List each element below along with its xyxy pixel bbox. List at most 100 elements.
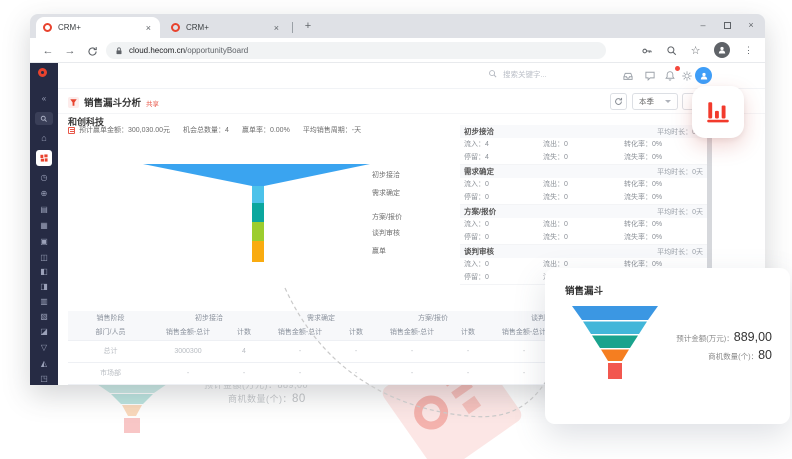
page-toolbar: 销售漏斗分析 共享 本季 (58, 89, 765, 114)
stage-avg: 平均时长：0天 (657, 167, 703, 177)
funnel-stage-5-shape[interactable] (252, 241, 264, 262)
browser-tab-inactive[interactable]: CRM+ × (164, 17, 288, 38)
funnel-stage-4-shape[interactable] (252, 222, 264, 241)
bookmark-star-icon[interactable]: ☆ (687, 42, 704, 59)
sidebar-icon[interactable]: ▦ (30, 218, 58, 232)
stage-name: 需求确定 (464, 166, 494, 177)
minimize-button[interactable]: – (691, 14, 715, 36)
inbox-icon[interactable] (620, 68, 636, 84)
sidebar-icon[interactable]: ◫ (30, 250, 58, 264)
stage-block-2: 需求确定平均时长：0天 流入：0流出：0转化率：0% 停留：0流失：0流失率：0… (460, 165, 707, 205)
card-title: 销售漏斗 (565, 283, 603, 297)
funnel-label-2: 需求确定 (372, 188, 424, 198)
forward-button[interactable]: → (62, 43, 78, 59)
app-logo-icon (38, 68, 47, 77)
url-path: /opportunityBoard (185, 46, 248, 55)
sidebar-icon[interactable]: ▽ (30, 340, 58, 354)
amount-link[interactable]: 3000300 (153, 340, 223, 362)
stage-name: 方案/报价 (464, 206, 496, 217)
period-value: 本季 (639, 96, 654, 107)
sidebar-icon[interactable]: ◪ (30, 324, 58, 338)
sidebar-active-item-icon[interactable] (36, 150, 52, 166)
page-scrollbar[interactable] (707, 120, 712, 292)
sidebar-search-icon[interactable] (35, 112, 53, 125)
page-title: 销售漏斗分析 (84, 95, 141, 109)
ghost-metric-count: 商机数量(个)：80 (228, 392, 306, 405)
search-icon (488, 69, 498, 79)
card-funnel-graphic (570, 306, 680, 396)
row-label: 总计 (68, 340, 153, 362)
stage-name: 谈判审核 (464, 246, 494, 257)
sidebar-icon[interactable]: ▥ (30, 294, 58, 308)
sidebar-icon[interactable]: ⊕ (30, 186, 58, 200)
bar-chart-icon (704, 98, 732, 126)
chat-icon[interactable] (642, 68, 658, 84)
settings-gear-icon[interactable] (679, 68, 695, 84)
stat-avg-cycle: 平均销售周期：-天 (303, 125, 361, 135)
browser-menu-icon[interactable]: ⋮ (740, 42, 757, 59)
funnel-stage-3-shape[interactable] (252, 203, 264, 222)
hecom-favicon-icon (43, 23, 52, 32)
maximize-button[interactable] (715, 14, 739, 36)
stage-col-header: 销售阶段 (68, 311, 153, 325)
reload-button[interactable] (84, 43, 100, 59)
stat-win-rate: 赢单率：0.00% (242, 125, 290, 135)
page-tag: 共享 (146, 98, 159, 108)
key-icon[interactable] (638, 42, 655, 59)
refresh-button[interactable] (610, 93, 627, 110)
department-link[interactable]: 市场部 (68, 362, 153, 384)
back-button[interactable]: ← (40, 43, 56, 59)
tab-close-icon[interactable]: × (272, 23, 281, 33)
stamp-ring (407, 389, 454, 436)
global-search[interactable] (488, 69, 598, 79)
ghost-funnel-graphic (92, 382, 174, 434)
report-shortcut-card[interactable] (692, 86, 744, 138)
zoom-icon[interactable] (663, 42, 680, 59)
count-link[interactable]: 4 (223, 340, 265, 362)
funnel-label-4: 谈判审核 (372, 228, 424, 238)
summary-list-icon (68, 127, 75, 134)
sidebar-icon[interactable]: ▧ (30, 309, 58, 323)
browser-tab-strip: CRM+ × CRM+ × + – × (30, 14, 765, 38)
tab-title: CRM+ (186, 23, 272, 32)
stage-stats-panel: 初步接洽平均时长：0天 流入：4流出：0转化率：0% 停留：4流失：0流失率：0… (460, 125, 707, 285)
page-title-group: 销售漏斗分析 共享 (68, 95, 159, 109)
sidebar-icon[interactable]: ◭ (30, 356, 58, 370)
lock-icon (114, 46, 124, 56)
card-metric-amount: 预计金额(万元)：889,00 (676, 328, 772, 346)
browser-profile-avatar[interactable] (714, 42, 730, 58)
sidebar-collapse-icon[interactable]: « (30, 91, 58, 105)
sidebar-icon[interactable]: ◷ (30, 170, 58, 184)
period-select[interactable]: 本季 (632, 93, 678, 110)
funnel-stage-1-shape[interactable] (143, 164, 370, 186)
tab-close-icon[interactable]: × (144, 23, 153, 33)
funnel-stage-2-shape[interactable] (252, 186, 264, 203)
stage-avg: 平均时长：0天 (657, 207, 703, 217)
new-tab-button[interactable]: + (299, 17, 317, 35)
address-bar: ← → cloud.hecom.cn/opportunityBoard ☆ (30, 38, 765, 63)
browser-tab-active[interactable]: CRM+ × (36, 17, 160, 38)
sidebar-icon[interactable]: ◧ (30, 264, 58, 278)
window-controls: – × (691, 14, 763, 36)
sidebar-home-icon[interactable]: ⌂ (30, 131, 58, 145)
stage-block-1: 初步接洽平均时长：0天 流入：4流出：0转化率：0% 停留：4流失：0流失率：0… (460, 125, 707, 165)
user-avatar[interactable] (695, 67, 712, 84)
card-metric-count: 商机数量(个)：80 (708, 346, 772, 364)
url-domain: cloud.hecom.cn (129, 46, 185, 55)
stage-name: 初步接洽 (464, 126, 494, 137)
sidebar-icon[interactable]: ▣ (30, 234, 58, 248)
sidebar-icon[interactable]: ◳ (30, 371, 58, 385)
stage-avg: 平均时长：0天 (657, 247, 703, 257)
tab-separator (292, 22, 293, 33)
sidebar-icon[interactable]: ▤ (30, 202, 58, 216)
close-window-button[interactable]: × (739, 14, 763, 36)
sidebar-icon[interactable]: ◨ (30, 279, 58, 293)
notification-bell-icon[interactable] (662, 68, 678, 84)
screenshot-canvas: 预计金额(万元)：889,00 商机数量(个)：80 CRM+ × CRM+ × (0, 0, 792, 459)
sales-funnel-popup-card: 销售漏斗 预计金额(万元)：889,00 商机数量(个)：80 (545, 268, 790, 424)
url-bar[interactable]: cloud.hecom.cn/opportunityBoard (106, 42, 606, 59)
app-header (58, 63, 765, 89)
app-sidebar: « ⌂ ◷ ⊕ ▤ ▦ ▣ ◫ ◧ ◨ ▥ ▧ ◪ ▽ ◭ (30, 63, 58, 385)
funnel-label-3: 方案/报价 (372, 212, 424, 222)
search-input[interactable] (503, 70, 598, 79)
